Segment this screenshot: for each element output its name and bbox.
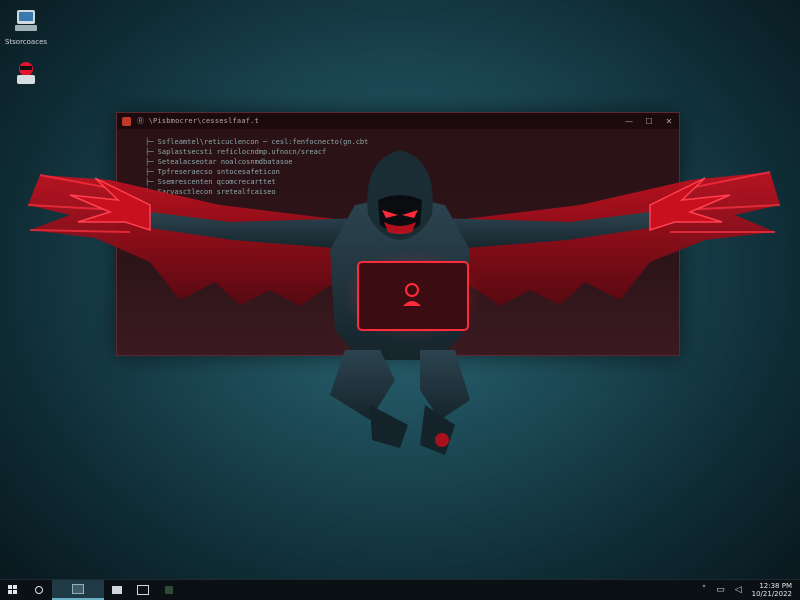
chevron-up-icon[interactable]: ˄ <box>702 585 707 595</box>
window-titlebar[interactable]: Ⓡ \Pisbmocrer\cesseslfaaf.t — ☐ ✕ <box>117 113 679 129</box>
taskbar-app-hacker[interactable] <box>156 580 182 600</box>
taskbar-app-browser[interactable] <box>130 580 156 600</box>
desktop-icon-label: Stsorcoaces <box>4 38 48 46</box>
app-shortcut-icon <box>11 58 41 88</box>
terminal-app-icon <box>122 116 131 126</box>
system-tray: ˄ ▭ ◁ 12:38 PM 10/21/2022 <box>702 582 800 598</box>
drive-icon <box>11 6 41 36</box>
clock-time: 12:38 PM <box>759 582 792 590</box>
volume-icon[interactable]: ◁ <box>735 585 742 595</box>
search-circle-icon[interactable] <box>26 580 52 600</box>
windows-start-icon[interactable] <box>0 580 26 600</box>
terminal-output[interactable]: ├─ Ssfleamtel\reticuclencon ─ cesl:fenfo… <box>117 129 679 197</box>
terminal-line: └─ Sarvasctlecon sretealfcaiseo <box>145 188 276 196</box>
terminal-line: ├─ Tpfreseraecso sntocesafeticon <box>145 168 280 176</box>
terminal-line: ├─ Setealacseotar noalcosnmdbatasoe <box>145 158 293 166</box>
taskbar: ˄ ▭ ◁ 12:38 PM 10/21/2022 <box>0 579 800 600</box>
taskbar-app-terminal[interactable] <box>52 580 104 600</box>
terminal-window[interactable]: Ⓡ \Pisbmocrer\cesseslfaaf.t — ☐ ✕ ├─ Ssf… <box>116 112 680 356</box>
desktop-icon-drive[interactable]: Stsorcoaces <box>4 6 48 46</box>
folder-app-icon <box>112 586 122 594</box>
close-button[interactable]: ✕ <box>664 117 674 126</box>
maximize-button[interactable]: ☐ <box>644 117 654 126</box>
hacker-app-icon <box>165 586 173 594</box>
terminal-line: ├─ Ssemrescenten qcomcrecarttet <box>145 178 276 186</box>
terminal-app-icon <box>72 584 84 594</box>
minimize-button[interactable]: — <box>624 117 634 126</box>
terminal-line: ├─ Ssfleamtel\reticuclencon ─ cesl:fenfo… <box>145 138 369 146</box>
window-title: Ⓡ \Pisbmocrer\cesseslfaaf.t <box>137 117 259 125</box>
taskbar-app-folder[interactable] <box>104 580 130 600</box>
clock-date: 10/21/2022 <box>751 590 792 598</box>
browser-app-icon <box>137 585 149 595</box>
desktop-icon-app[interactable] <box>4 58 48 90</box>
taskbar-clock[interactable]: 12:38 PM 10/21/2022 <box>752 582 792 598</box>
terminal-line: ├─ Saplastsecsti reficlocndmp.ufnocn/sre… <box>145 148 327 156</box>
network-icon[interactable]: ▭ <box>716 585 725 595</box>
